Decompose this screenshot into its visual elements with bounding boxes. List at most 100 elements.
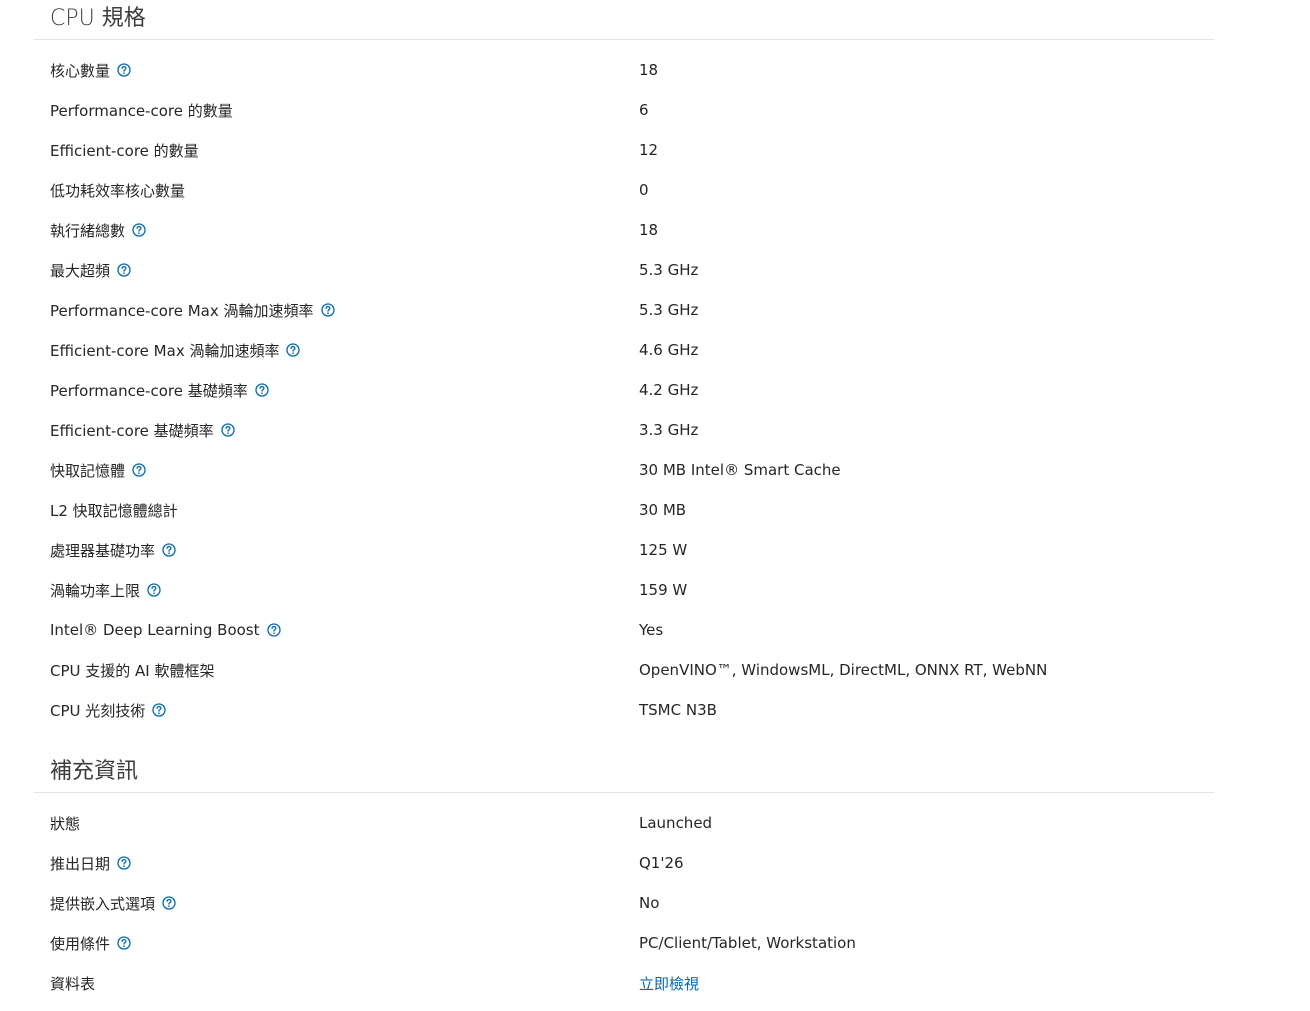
spec-label-cell: 低功耗效率核心數量: [50, 180, 185, 201]
spec-label: 使用條件: [50, 934, 111, 953]
spec-row: Efficient-core Max 渦輪加速頻率 4.6 GHz: [34, 330, 1214, 370]
spec-value: Yes: [639, 621, 664, 639]
spec-label: Efficient-core 的數量: [50, 141, 199, 160]
spec-label-cell: Efficient-core 基礎頻率: [50, 420, 235, 441]
spec-value: 12: [639, 141, 659, 159]
spec-row: 資料表 立即檢視: [34, 963, 1214, 1003]
spec-label-cell: 執行緒總數: [50, 220, 146, 241]
spec-label-cell: 狀態: [50, 813, 80, 834]
spec-label-cell: CPU 支援的 AI 軟體框架: [50, 660, 215, 681]
spec-value: 125 W: [639, 541, 688, 559]
help-icon[interactable]: [162, 896, 176, 910]
spec-label-cell: Performance-core 的數量: [50, 100, 233, 121]
spec-row: 快取記憶體 30 MB Intel® Smart Cache: [34, 450, 1214, 490]
spec-row: L2 快取記憶體總計 30 MB: [34, 490, 1214, 530]
help-icon[interactable]: [320, 303, 335, 317]
section-header: 補充資訊: [34, 753, 1214, 793]
spec-label: 最大超頻: [50, 261, 111, 280]
spec-label-cell: 核心數量: [50, 60, 131, 81]
spec-row: Performance-core Max 渦輪加速頻率 5.3 GHz: [34, 290, 1214, 330]
help-icon[interactable]: [255, 383, 269, 397]
spec-value: TSMC N3B: [639, 701, 717, 719]
spec-row: CPU 支援的 AI 軟體框架 OpenVINO™, WindowsML, Dir…: [34, 650, 1214, 690]
spec-label-cell: Efficient-core 的數量: [50, 140, 199, 161]
spec-value: 3.3 GHz: [639, 421, 699, 439]
help-icon[interactable]: [117, 856, 131, 870]
spec-row: 提供嵌入式選項 No: [34, 883, 1214, 923]
spec-label: Performance-core Max 渦輪加速頻率: [50, 301, 314, 320]
spec-row: 推出日期 Q1'26: [34, 843, 1214, 883]
spec-value: 18: [639, 221, 659, 239]
help-icon[interactable]: [132, 463, 146, 477]
spec-label: 執行緒總數: [50, 221, 126, 240]
spec-row: CPU 光刻技術 TSMC N3B: [34, 690, 1214, 730]
spec-label: 渦輪功率上限: [50, 581, 141, 600]
spec-label: 核心數量: [50, 61, 111, 80]
spec-label: 處理器基礎功率: [50, 541, 156, 560]
spec-value: 30 MB Intel® Smart Cache: [639, 461, 841, 479]
spec-row: 處理器基礎功率 125 W: [34, 530, 1214, 570]
spec-label: 推出日期: [50, 854, 111, 873]
spec-label: Efficient-core Max 渦輪加速頻率: [50, 341, 280, 360]
spec-value: 4.6 GHz: [639, 341, 699, 359]
spec-row: Performance-core 基礎頻率 4.2 GHz: [34, 370, 1214, 410]
spec-label: Intel® Deep Learning Boost: [50, 621, 260, 639]
spec-label-cell: Performance-core Max 渦輪加速頻率: [50, 300, 335, 321]
spec-label-cell: 最大超頻: [50, 260, 131, 281]
spec-label-cell: CPU 光刻技術: [50, 700, 166, 721]
spec-row: 渦輪功率上限 159 W: [34, 570, 1214, 610]
spec-row: Efficient-core 的數量 12: [34, 130, 1214, 170]
spec-label: Performance-core 的數量: [50, 101, 233, 120]
spec-row: 使用條件 PC/Client/Tablet, Workstation: [34, 923, 1214, 963]
spec-label: CPU 支援的 AI 軟體框架: [50, 661, 215, 680]
help-icon[interactable]: [132, 223, 146, 237]
spec-row: Performance-core 的數量 6: [34, 90, 1214, 130]
spec-value: Launched: [639, 814, 713, 832]
spec-value: No: [639, 894, 660, 912]
spec-value: 159 W: [639, 581, 688, 599]
spec-value: 5.3 GHz: [639, 301, 699, 319]
spec-row: Efficient-core 基礎頻率 3.3 GHz: [34, 410, 1214, 450]
help-icon[interactable]: [162, 543, 176, 557]
spec-label-cell: Intel® Deep Learning Boost: [50, 621, 281, 639]
spec-label-cell: Performance-core 基礎頻率: [50, 380, 269, 401]
section-header: CPU 規格: [34, 0, 1214, 40]
spec-value: 0: [639, 181, 649, 199]
cpu-specs-section: CPU 規格 核心數量 18 Performance-core 的數量 6 Effici…: [34, 0, 1214, 730]
spec-label: 資料表: [50, 974, 96, 993]
spec-label-cell: 資料表: [50, 973, 95, 994]
spec-label: 快取記憶體: [50, 461, 126, 480]
help-icon[interactable]: [117, 263, 131, 277]
spec-label-cell: 使用條件: [50, 933, 131, 954]
spec-label-cell: L2 快取記憶體總計: [50, 500, 178, 521]
help-icon[interactable]: [286, 343, 301, 357]
spec-value: Q1'26: [639, 854, 684, 872]
spec-label-cell: 快取記憶體: [50, 460, 146, 481]
spec-value: 18: [639, 61, 659, 79]
spec-label: CPU 光刻技術: [50, 701, 146, 720]
spec-label-cell: 渦輪功率上限: [50, 580, 161, 601]
spec-label-cell: 推出日期: [50, 853, 131, 874]
spec-value: 4.2 GHz: [639, 381, 699, 399]
spec-label: L2 快取記憶體總計: [50, 501, 178, 520]
spec-label-cell: 處理器基礎功率: [50, 540, 176, 561]
help-icon[interactable]: [147, 583, 161, 597]
help-icon[interactable]: [117, 63, 131, 77]
view-now-link[interactable]: 立即檢視: [639, 973, 699, 994]
help-icon[interactable]: [117, 936, 131, 950]
spec-row: 執行緒總數 18: [34, 210, 1214, 250]
spec-row: Intel® Deep Learning Boost Yes: [34, 610, 1214, 650]
spec-row: 核心數量 18: [34, 50, 1214, 90]
spec-label-cell: 提供嵌入式選項: [50, 893, 176, 914]
spec-rows: 核心數量 18 Performance-core 的數量 6 Efficient-cor…: [34, 40, 1214, 730]
spec-row: 狀態 Launched: [34, 803, 1214, 843]
help-icon[interactable]: [266, 623, 281, 637]
spec-row: 低功耗效率核心數量 0: [34, 170, 1214, 210]
spec-label: Performance-core 基礎頻率: [50, 381, 248, 400]
help-icon[interactable]: [221, 423, 235, 437]
spec-value: 6: [639, 101, 649, 119]
help-icon[interactable]: [152, 703, 166, 717]
supplemental-info-section: 補充資訊 狀態 Launched 推出日期 Q1'26 提供嵌入式選項 No 使用條件 PC/…: [34, 753, 1214, 1003]
spec-value: PC/Client/Tablet, Workstation: [639, 934, 856, 952]
spec-value: OpenVINO™, WindowsML, DirectML, ONNX RT,…: [639, 661, 1048, 679]
